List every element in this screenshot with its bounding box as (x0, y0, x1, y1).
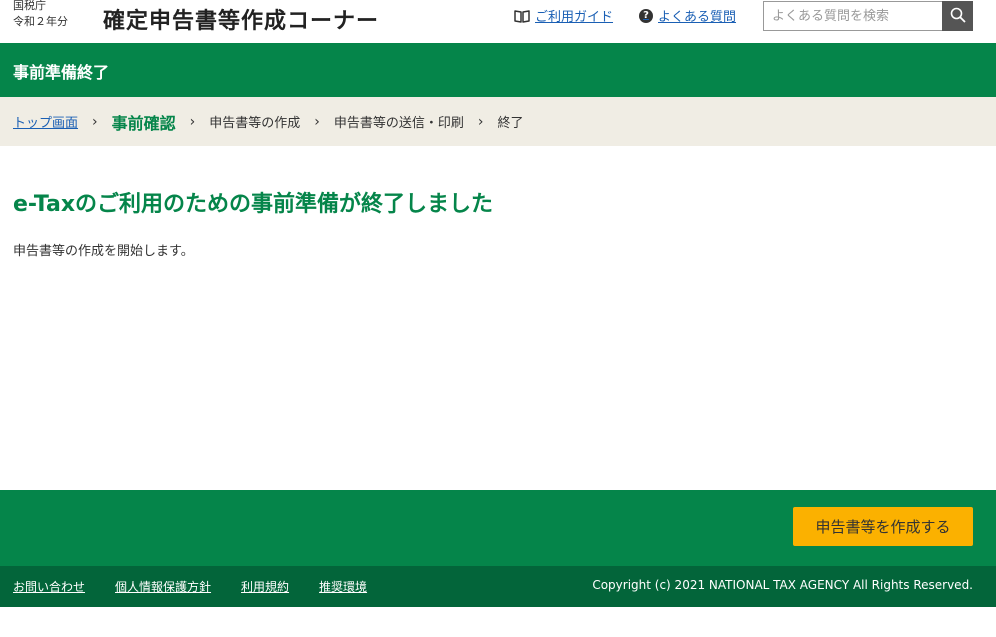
guide-link-label: ご利用ガイド (535, 10, 614, 25)
breadcrumb-step-create: 申告書等の作成 (209, 116, 301, 131)
page-title: 事前準備終了 (13, 63, 110, 82)
guide-link[interactable]: ご利用ガイド (514, 6, 613, 25)
main-description: 申告書等の作成を開始します。 (13, 244, 194, 259)
search-button[interactable] (942, 1, 973, 31)
chevron-right-icon: › (189, 113, 196, 130)
tax-year: 令和２年分 (13, 15, 68, 28)
footer-link-terms[interactable]: 利用規約 (241, 578, 289, 595)
breadcrumb-step-send-print: 申告書等の送信・印刷 (333, 116, 464, 131)
footer-link-environment[interactable]: 推奨環境 (319, 578, 367, 595)
faq-link-label: よくある質問 (658, 10, 737, 25)
site-title: 確定申告書等作成コーナー (103, 9, 380, 34)
chevron-right-icon: › (92, 113, 98, 130)
magnifier-icon (950, 7, 966, 26)
breadcrumb-top[interactable]: トップ画面 (13, 112, 78, 131)
footer-link-privacy[interactable]: 個人情報保護方針 (115, 578, 211, 595)
site-header: 国税庁 令和２年分 確定申告書等作成コーナー ご利用ガイド ? よくある質問 (0, 0, 996, 43)
faq-link[interactable]: ? よくある質問 (639, 6, 736, 25)
copyright: Copyright (c) 2021 NATIONAL TAX AGENCY A… (592, 578, 973, 592)
site-footer: お問い合わせ 個人情報保護方針 利用規約 推奨環境 Copyright (c) … (0, 566, 996, 607)
chevron-right-icon: › (477, 113, 484, 130)
main-heading: e-Taxのご利用のための事前準備が終了しました (13, 192, 494, 217)
agency-name: 国税庁 (13, 0, 46, 12)
breadcrumb: トップ画面 › 事前確認 › 申告書等の作成 › 申告書等の送信・印刷 › 終了 (0, 97, 996, 146)
footer-link-contact[interactable]: お問い合わせ (13, 578, 85, 595)
page-title-bar: 事前準備終了 (0, 43, 996, 97)
book-icon (514, 9, 530, 23)
breadcrumb-step-finish: 終了 (497, 116, 524, 131)
chevron-right-icon: › (314, 113, 320, 130)
breadcrumb-current-step: 事前確認 (111, 113, 176, 133)
action-bar: 申告書等を作成する (0, 490, 996, 566)
agency-label: 国税庁 令和２年分 (13, 0, 68, 30)
create-return-button[interactable]: 申告書等を作成する (793, 507, 973, 546)
faq-search-input[interactable] (763, 1, 943, 31)
question-circle-icon: ? (639, 8, 653, 23)
